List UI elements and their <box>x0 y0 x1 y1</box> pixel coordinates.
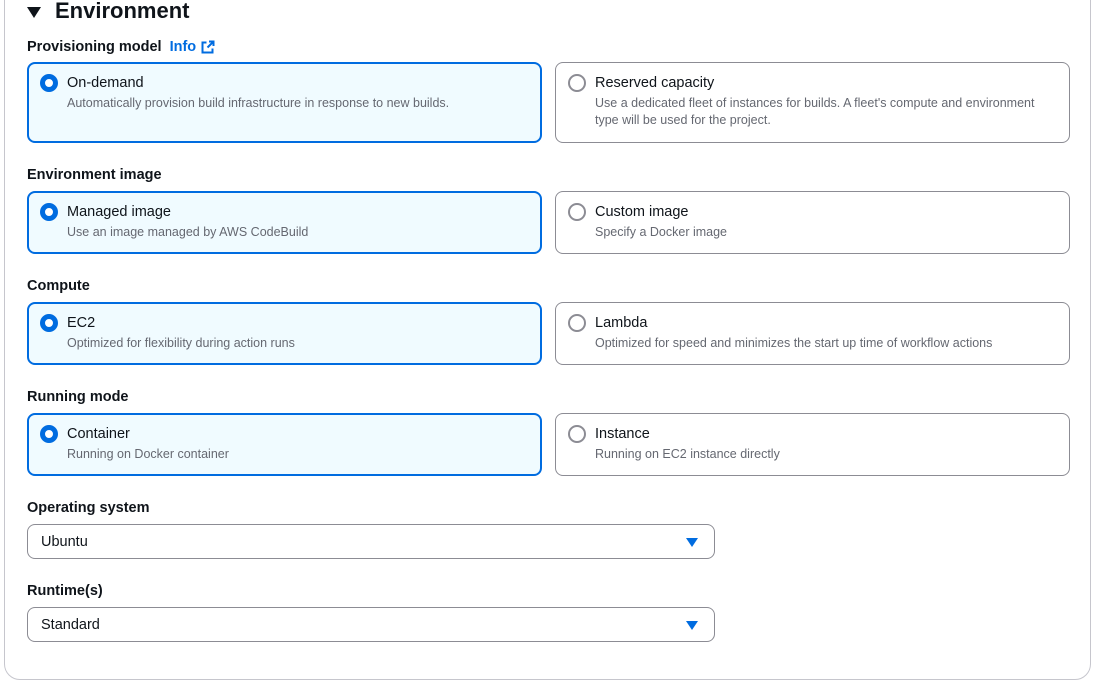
provisioning-option-on-demand[interactable]: On-demand Automatically provision build … <box>27 62 542 143</box>
caret-down-icon <box>27 6 41 18</box>
radio-button[interactable] <box>40 425 58 443</box>
option-description: Use an image managed by AWS CodeBuild <box>67 225 309 239</box>
option-description: Specify a Docker image <box>595 225 728 239</box>
operating-system-label: Operating system <box>27 500 150 516</box>
running-mode-option-container[interactable]: Container Running on Docker container <box>27 413 542 476</box>
runtime-select[interactable]: Standard <box>27 607 715 642</box>
option-title: Instance <box>595 426 650 442</box>
environment-section-header[interactable]: Environment <box>27 0 189 26</box>
info-link-text: Info <box>169 39 197 55</box>
option-description: Optimized for speed and minimizes the st… <box>595 336 993 350</box>
compute-label: Compute <box>27 278 90 294</box>
external-link-icon <box>201 40 215 54</box>
operating-system-select[interactable]: Ubuntu <box>27 524 715 559</box>
env-image-option-managed[interactable]: Managed image Use an image managed by AW… <box>27 191 542 254</box>
option-title: On-demand <box>67 75 144 91</box>
option-title: EC2 <box>67 315 96 331</box>
option-description: Running on Docker container <box>67 447 229 461</box>
provisioning-model-label: Provisioning model Info <box>27 37 215 57</box>
radio-button[interactable] <box>568 74 586 92</box>
option-description: Automatically provision build infrastruc… <box>67 96 450 110</box>
option-description: Use a dedicated fleet of instances for b… <box>595 96 1035 127</box>
provisioning-option-reserved-capacity[interactable]: Reserved capacity Use a dedicated fleet … <box>555 62 1070 143</box>
compute-option-lambda[interactable]: Lambda Optimized for speed and minimizes… <box>555 302 1070 365</box>
select-value: Ubuntu <box>41 534 88 550</box>
option-description: Optimized for flexibility during action … <box>67 336 295 350</box>
caret-down-icon <box>686 538 698 547</box>
radio-button[interactable] <box>40 203 58 221</box>
select-value: Standard <box>41 617 100 633</box>
running-mode-label: Running mode <box>27 389 129 405</box>
provisioning-model-label-text: Provisioning model <box>27 39 162 55</box>
runtime-label: Runtime(s) <box>27 583 103 599</box>
radio-button[interactable] <box>40 74 58 92</box>
environment-image-label: Environment image <box>27 167 162 183</box>
option-title: Custom image <box>595 204 689 220</box>
option-title: Reserved capacity <box>595 75 715 91</box>
compute-option-ec2[interactable]: EC2 Optimized for flexibility during act… <box>27 302 542 365</box>
env-image-option-custom[interactable]: Custom image Specify a Docker image <box>555 191 1070 254</box>
option-title: Managed image <box>67 204 171 220</box>
radio-button[interactable] <box>568 314 586 332</box>
radio-button[interactable] <box>568 203 586 221</box>
option-description: Running on EC2 instance directly <box>595 447 780 461</box>
running-mode-option-instance[interactable]: Instance Running on EC2 instance directl… <box>555 413 1070 476</box>
info-link[interactable]: Info <box>170 37 216 57</box>
caret-down-icon <box>686 621 698 630</box>
option-title: Container <box>67 426 130 442</box>
radio-button[interactable] <box>40 314 58 332</box>
radio-button[interactable] <box>568 425 586 443</box>
section-title: Environment <box>55 0 190 23</box>
option-title: Lambda <box>595 315 648 331</box>
